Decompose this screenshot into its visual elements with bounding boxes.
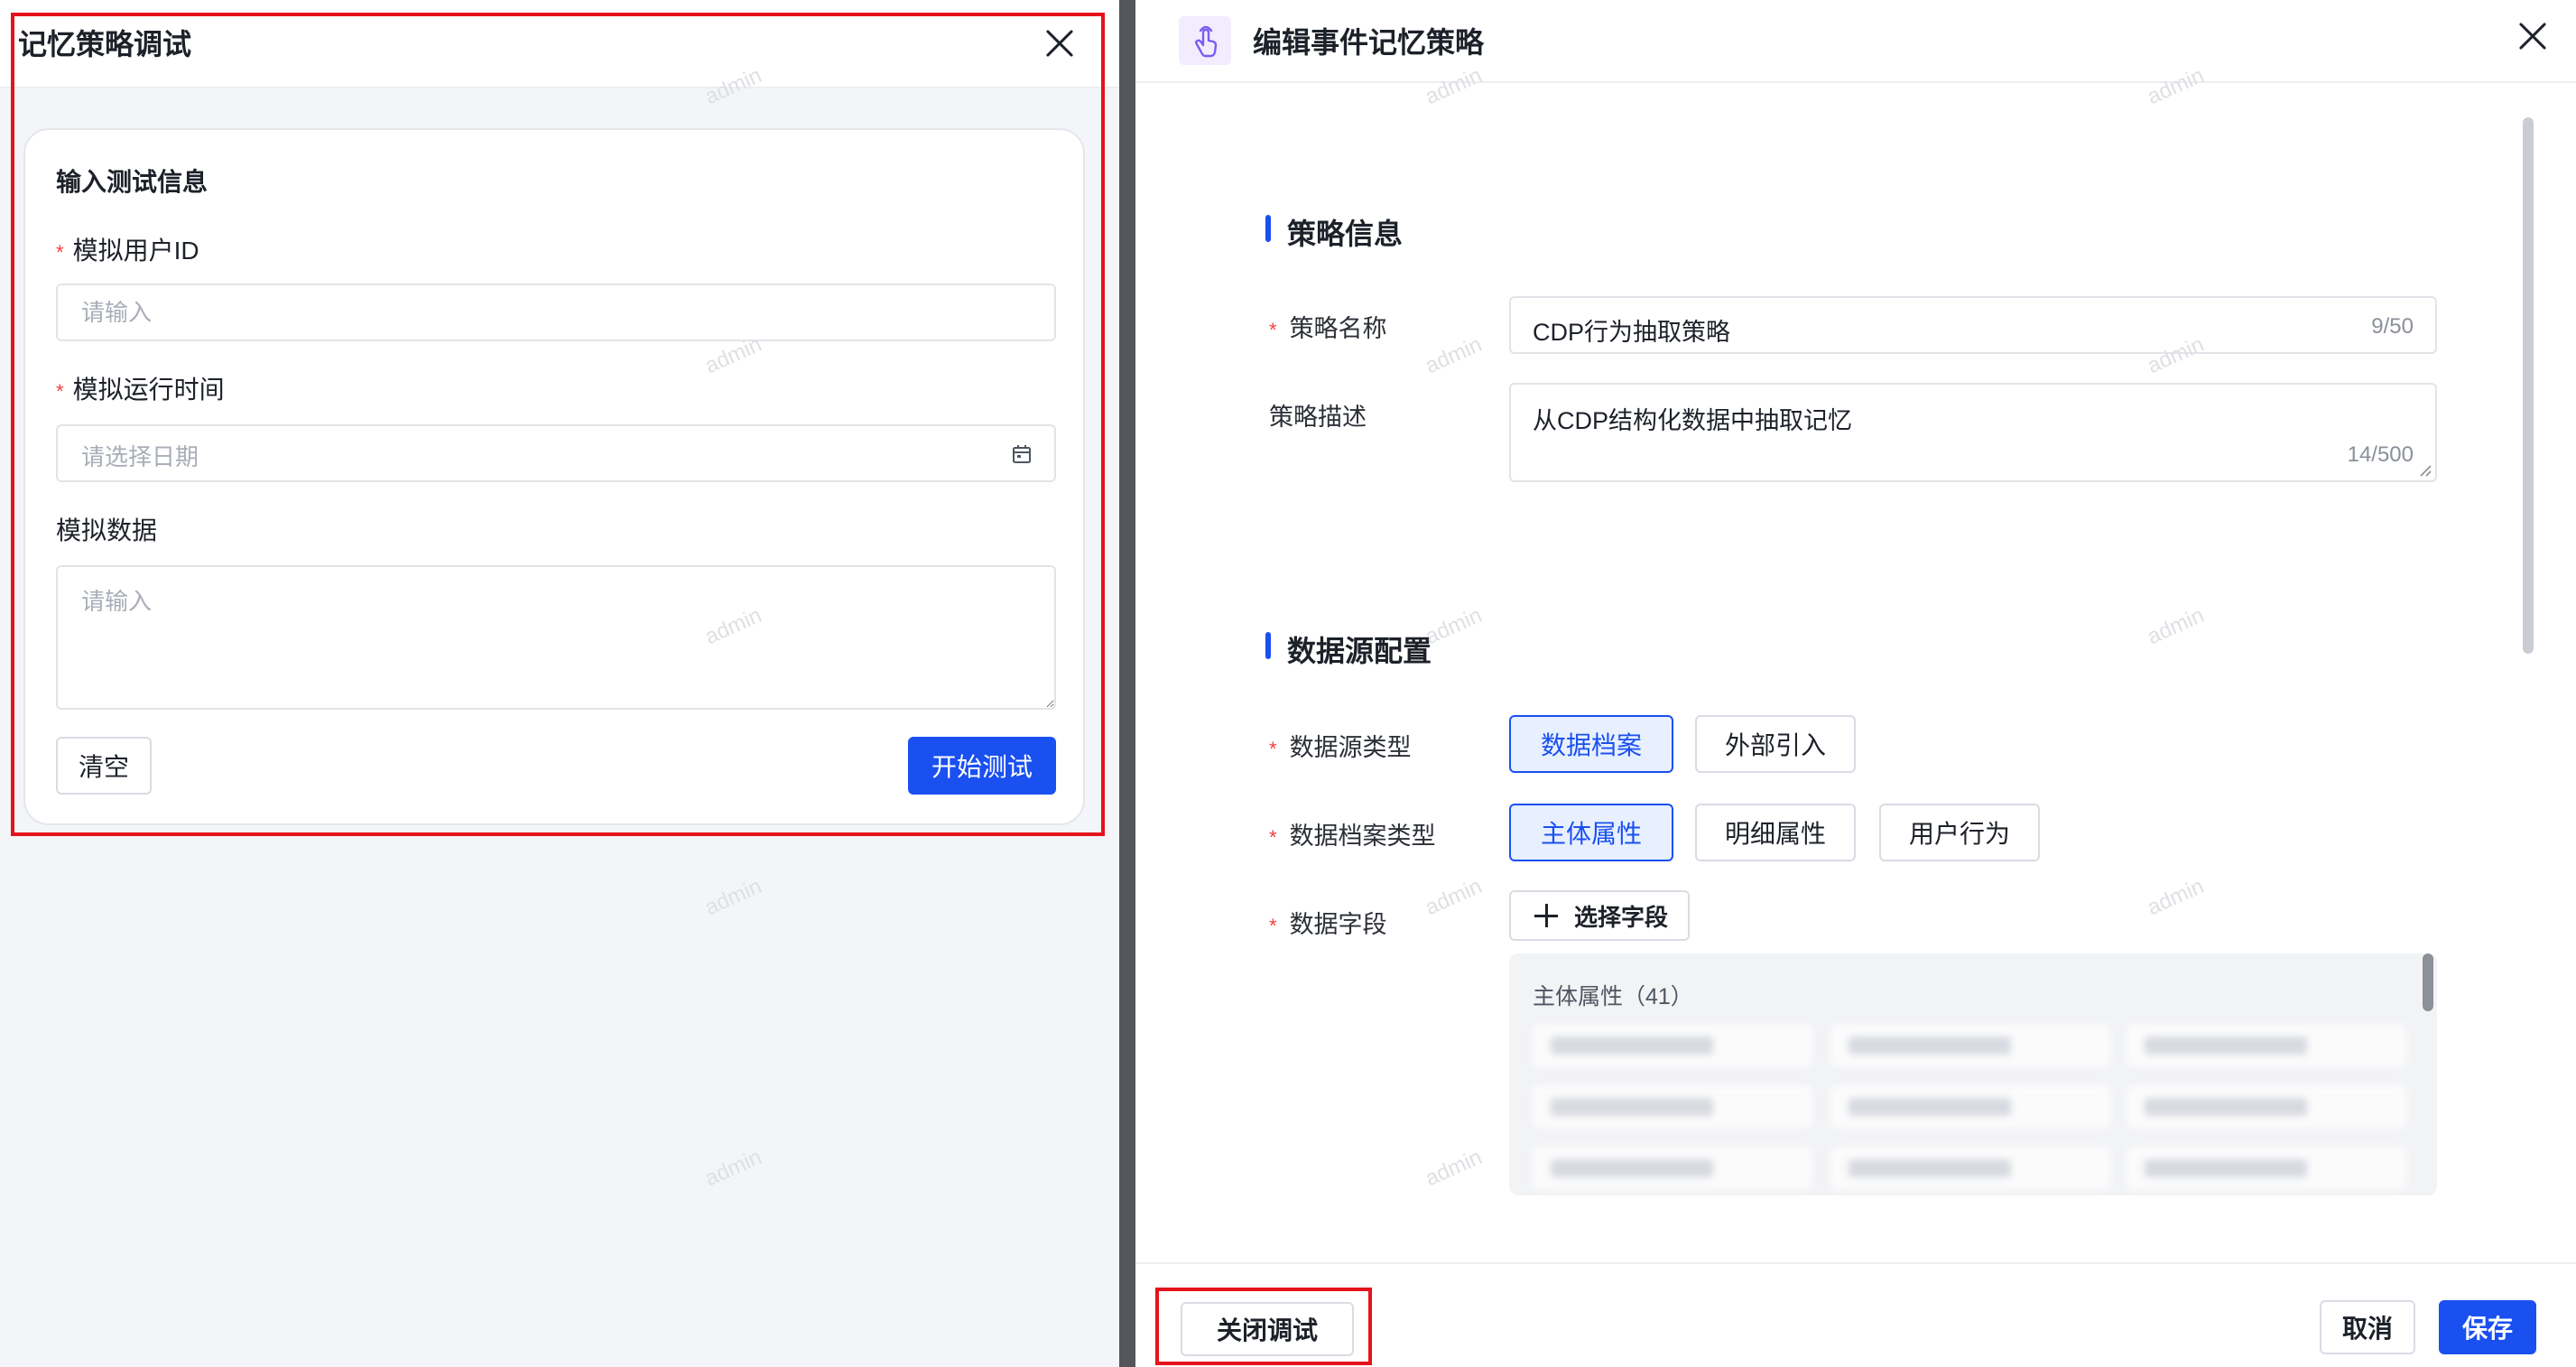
field-cell xyxy=(1533,1147,1812,1190)
field-group-title: 主体属性（41） xyxy=(1533,984,1693,1009)
field-cell xyxy=(2127,1147,2406,1190)
field-box-scrollbar[interactable] xyxy=(2423,953,2433,1011)
required-mark: * xyxy=(56,241,64,264)
field-cell xyxy=(1533,1085,1812,1129)
drawer-header: 编辑事件记忆策略 xyxy=(1135,0,2576,83)
datasource-type-option-external[interactable]: 外部引入 xyxy=(1695,715,1856,773)
user-id-input[interactable] xyxy=(56,284,1056,341)
watermark: admin xyxy=(701,873,765,921)
drawer-title: 编辑事件记忆策略 xyxy=(1253,26,1485,59)
debug-panel: 记忆策略调试 输入测试信息 *模拟用户ID *模拟运行时间 请选择日期 模拟数据… xyxy=(0,0,1119,1367)
selected-fields-box: 主体属性（41） xyxy=(1509,953,2437,1195)
required-mark: * xyxy=(1269,738,1277,760)
field-cell xyxy=(1830,1085,2110,1129)
mock-data-label: 模拟数据 xyxy=(56,516,158,544)
date-placeholder: 请选择日期 xyxy=(81,443,199,470)
clear-button[interactable]: 清空 xyxy=(56,737,152,795)
plus-icon xyxy=(1534,904,1558,927)
archive-type-label: * 数据档案类型 xyxy=(1269,823,1436,850)
watermark: admin xyxy=(2144,602,2208,650)
user-id-label: * 模拟用户ID xyxy=(56,237,199,265)
strategy-name-label: * 策略名称 xyxy=(1269,315,1387,342)
run-time-date-picker[interactable]: 请选择日期 xyxy=(56,424,1056,482)
watermark: admin xyxy=(1422,331,1486,379)
archive-type-option-detail[interactable]: 明细属性 xyxy=(1695,804,1856,861)
test-info-title: 输入测试信息 xyxy=(56,168,208,196)
cancel-button[interactable]: 取消 xyxy=(2320,1300,2415,1354)
start-test-button[interactable]: 开始测试 xyxy=(908,737,1056,795)
datasource-type-option-archive[interactable]: 数据档案 xyxy=(1509,715,1673,773)
calendar-icon[interactable] xyxy=(1011,443,1033,465)
run-time-label: * 模拟运行时间 xyxy=(56,376,225,404)
watermark: admin xyxy=(701,1144,765,1192)
section-title-datasource: 数据源配置 xyxy=(1265,628,1432,670)
debug-panel-close-icon[interactable] xyxy=(1043,27,1076,60)
hand-pointer-icon xyxy=(1179,16,1231,65)
strategy-desc-value: 从CDP结构化数据中抽取记忆 xyxy=(1533,407,1853,434)
edit-strategy-drawer: 编辑事件记忆策略 策略信息 * 策略名称 CDP行为抽取策略 9/50 策略描述 … xyxy=(1135,0,2576,1367)
watermark: admin xyxy=(1422,1144,1486,1192)
drawer-close-icon[interactable] xyxy=(2516,20,2549,52)
panel-divider xyxy=(1119,0,1135,1367)
test-info-card: 输入测试信息 *模拟用户ID *模拟运行时间 请选择日期 模拟数据 清空 开始测… xyxy=(23,128,1085,825)
data-field-label: * 数据字段 xyxy=(1269,911,1387,938)
watermark: admin xyxy=(2144,873,2208,921)
required-mark: * xyxy=(1269,319,1277,341)
required-mark: * xyxy=(1269,915,1277,937)
strategy-desc-textarea[interactable]: 从CDP结构化数据中抽取记忆 14/500 xyxy=(1509,383,2437,482)
required-mark: * xyxy=(56,380,64,403)
drawer-scrollbar[interactable] xyxy=(2523,117,2534,654)
debug-panel-title: 记忆策略调试 xyxy=(18,28,192,60)
mock-data-textarea[interactable] xyxy=(56,565,1056,710)
required-mark: * xyxy=(1269,826,1277,849)
datasource-type-label: * 数据源类型 xyxy=(1269,734,1412,761)
field-cell xyxy=(1830,1147,2110,1190)
section-title-strategy-info: 策略信息 xyxy=(1265,211,1403,253)
strategy-desc-count: 14/500 xyxy=(2347,442,2414,467)
field-cell xyxy=(2127,1024,2406,1067)
field-cell xyxy=(1830,1024,2110,1067)
watermark: admin xyxy=(1422,873,1486,921)
close-debug-button[interactable]: 关闭调试 xyxy=(1181,1302,1354,1356)
archive-type-option-subject[interactable]: 主体属性 xyxy=(1509,804,1673,861)
save-button[interactable]: 保存 xyxy=(2439,1300,2536,1354)
field-cell xyxy=(2127,1085,2406,1129)
field-cell xyxy=(1533,1024,1812,1067)
archive-type-option-behavior[interactable]: 用户行为 xyxy=(1879,804,2040,861)
strategy-desc-label: 策略描述 xyxy=(1269,404,1367,431)
select-field-button[interactable]: 选择字段 xyxy=(1509,890,1690,941)
strategy-name-value: CDP行为抽取策略 xyxy=(1533,319,1731,346)
strategy-name-input[interactable]: CDP行为抽取策略 9/50 xyxy=(1509,296,2437,354)
select-field-label: 选择字段 xyxy=(1574,903,1669,931)
drawer-footer: 关闭调试 取消 保存 xyxy=(1135,1262,2576,1367)
strategy-name-count: 9/50 xyxy=(2371,314,2414,339)
resize-grip-icon[interactable] xyxy=(2419,464,2432,477)
debug-panel-header: 记忆策略调试 xyxy=(0,0,1119,88)
